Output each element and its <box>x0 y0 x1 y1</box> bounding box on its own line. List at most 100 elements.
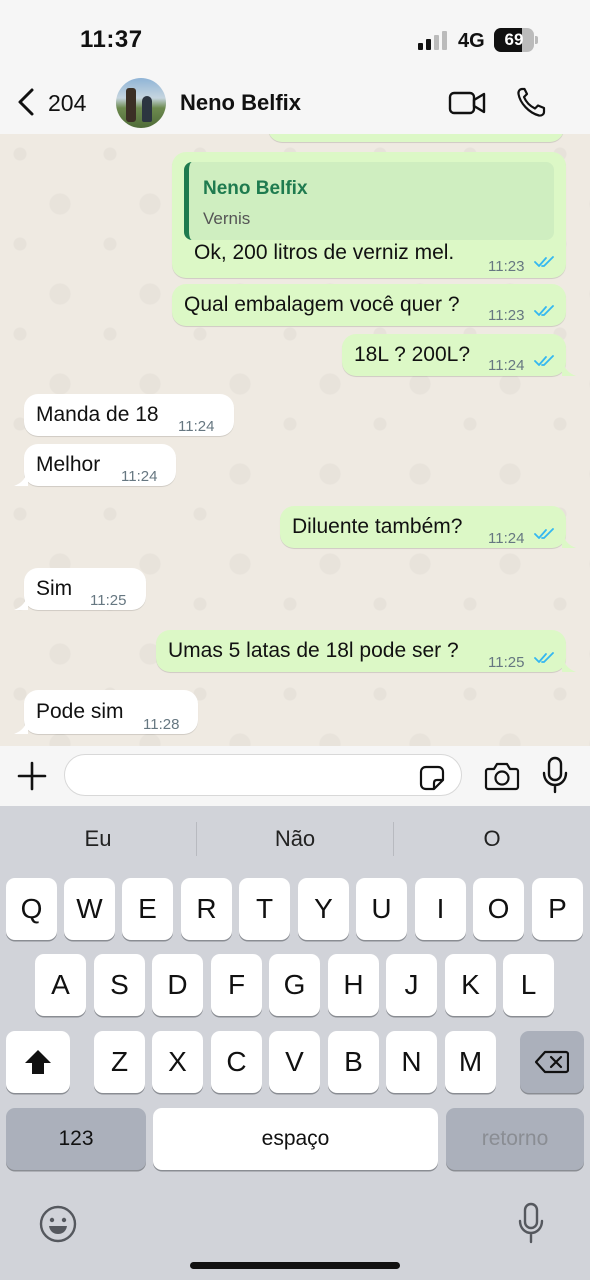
message-bubble-incoming[interactable]: Pode sim 11:28 <box>24 690 198 734</box>
message-bubble-outgoing[interactable]: Neno Belfix Vernis Ok, 200 litros de ver… <box>172 152 566 278</box>
message-text: Ok, 200 litros de verniz mel. <box>194 241 455 264</box>
message-bubble-outgoing[interactable]: Diluente também? 11:24 <box>280 506 566 548</box>
read-receipt-icon <box>534 652 554 663</box>
numbers-key[interactable]: 123 <box>6 1108 146 1170</box>
suggestion-1[interactable]: Eu <box>0 822 196 856</box>
reply-quote-text: Vernis <box>203 209 251 228</box>
contact-avatar[interactable] <box>116 78 166 128</box>
key-k[interactable]: K <box>445 954 496 1016</box>
reply-quote-name: Neno Belfix <box>203 178 308 199</box>
keyboard: Eu Não O Q W E R T Y U I O P A S D F G H… <box>0 806 590 1280</box>
bubble-tail <box>14 718 28 734</box>
chat-header: 204 Neno Belfix <box>0 70 590 134</box>
key-h[interactable]: H <box>328 954 379 1016</box>
message-text: Diluente também? <box>292 515 463 538</box>
message-input[interactable] <box>64 754 462 796</box>
key-x[interactable]: X <box>152 1031 203 1093</box>
battery-percent: 69 <box>504 30 524 49</box>
microphone-icon[interactable] <box>540 756 570 794</box>
message-text: Umas 5 latas de 18l pode ser ? <box>168 639 459 662</box>
key-p[interactable]: P <box>532 878 583 940</box>
bubble-tail <box>14 594 28 610</box>
return-key[interactable]: retorno <box>446 1108 584 1170</box>
video-call-icon[interactable] <box>448 90 486 116</box>
key-w[interactable]: W <box>64 878 115 940</box>
sticker-icon[interactable] <box>418 764 446 792</box>
message-time: 11:23 <box>488 307 525 324</box>
key-o[interactable]: O <box>473 878 524 940</box>
key-z[interactable]: Z <box>94 1031 145 1093</box>
message-text: Melhor <box>36 453 101 476</box>
voice-call-icon[interactable] <box>516 86 546 118</box>
message-bubble-outgoing[interactable]: Qual embalagem você quer ? 11:23 <box>172 284 566 326</box>
key-i[interactable]: I <box>415 878 466 940</box>
message-bubble-incoming[interactable]: Manda de 18 11:24 <box>24 394 234 436</box>
message-time: 11:24 <box>121 468 158 485</box>
contact-name[interactable]: Neno Belfix <box>180 90 301 116</box>
key-f[interactable]: F <box>211 954 262 1016</box>
key-j[interactable]: J <box>386 954 437 1016</box>
key-e[interactable]: E <box>122 878 173 940</box>
key-v[interactable]: V <box>269 1031 320 1093</box>
message-time: 11:24 <box>488 530 525 547</box>
message-bubble-partial[interactable] <box>268 134 564 142</box>
key-b[interactable]: B <box>328 1031 379 1093</box>
shift-arrow-icon <box>25 1050 51 1074</box>
message-list[interactable]: Neno Belfix Vernis Ok, 200 litros de ver… <box>0 134 590 746</box>
key-r[interactable]: R <box>181 878 232 940</box>
home-indicator[interactable] <box>190 1262 400 1269</box>
message-time: 11:23 <box>488 258 525 275</box>
key-d[interactable]: D <box>152 954 203 1016</box>
status-time: 11:37 <box>80 26 143 53</box>
shift-key[interactable] <box>6 1031 70 1093</box>
dictation-mic-icon[interactable] <box>516 1202 546 1244</box>
unread-count[interactable]: 204 <box>48 90 86 117</box>
back-chevron-icon[interactable] <box>14 86 38 118</box>
read-receipt-icon <box>534 305 554 316</box>
key-m[interactable]: M <box>445 1031 496 1093</box>
message-time: 11:28 <box>143 716 180 733</box>
suggestion-3[interactable]: O <box>394 822 590 856</box>
read-receipt-icon <box>534 256 554 267</box>
message-time: 11:25 <box>488 654 525 671</box>
message-bubble-incoming[interactable]: Sim 11:25 <box>24 568 146 610</box>
key-a[interactable]: A <box>35 954 86 1016</box>
attach-plus-icon[interactable] <box>16 760 48 792</box>
key-u[interactable]: U <box>356 878 407 940</box>
message-bubble-incoming[interactable]: Melhor 11:24 <box>24 444 176 486</box>
key-c[interactable]: C <box>211 1031 262 1093</box>
reply-quote[interactable]: Neno Belfix Vernis <box>184 162 554 240</box>
key-q[interactable]: Q <box>6 878 57 940</box>
message-text: 18L ? 200L? <box>354 343 471 366</box>
bubble-tail <box>562 532 576 548</box>
bubble-tail <box>562 360 576 376</box>
suggestion-2[interactable]: Não <box>197 822 393 856</box>
read-receipt-icon <box>534 355 554 366</box>
read-receipt-icon <box>534 528 554 539</box>
network-type: 4G <box>458 30 485 52</box>
cellular-signal-icon <box>418 31 447 50</box>
key-g[interactable]: G <box>269 954 320 1016</box>
backspace-key[interactable] <box>520 1031 584 1093</box>
battery-icon: 69 <box>494 28 538 52</box>
message-text: Sim <box>36 577 73 600</box>
message-text: Manda de 18 <box>36 403 159 426</box>
message-time: 11:25 <box>90 592 127 609</box>
key-s[interactable]: S <box>94 954 145 1016</box>
emoji-icon[interactable] <box>38 1204 78 1244</box>
message-bubble-outgoing[interactable]: 18L ? 200L? 11:24 <box>342 334 566 376</box>
status-bar: 11:37 4G 69 <box>0 0 590 70</box>
space-key[interactable]: espaço <box>153 1108 438 1170</box>
key-y[interactable]: Y <box>298 878 349 940</box>
key-n[interactable]: N <box>386 1031 437 1093</box>
camera-icon[interactable] <box>484 760 520 792</box>
message-text: Pode sim <box>36 700 124 723</box>
composer-bar <box>0 746 590 806</box>
message-bubble-outgoing[interactable]: Umas 5 latas de 18l pode ser ? 11:25 <box>156 630 566 672</box>
delete-backward-icon <box>535 1050 569 1074</box>
message-time: 11:24 <box>488 357 525 374</box>
message-text: Qual embalagem você quer ? <box>184 293 460 316</box>
key-l[interactable]: L <box>503 954 554 1016</box>
key-t[interactable]: T <box>239 878 290 940</box>
bubble-tail <box>562 656 576 672</box>
